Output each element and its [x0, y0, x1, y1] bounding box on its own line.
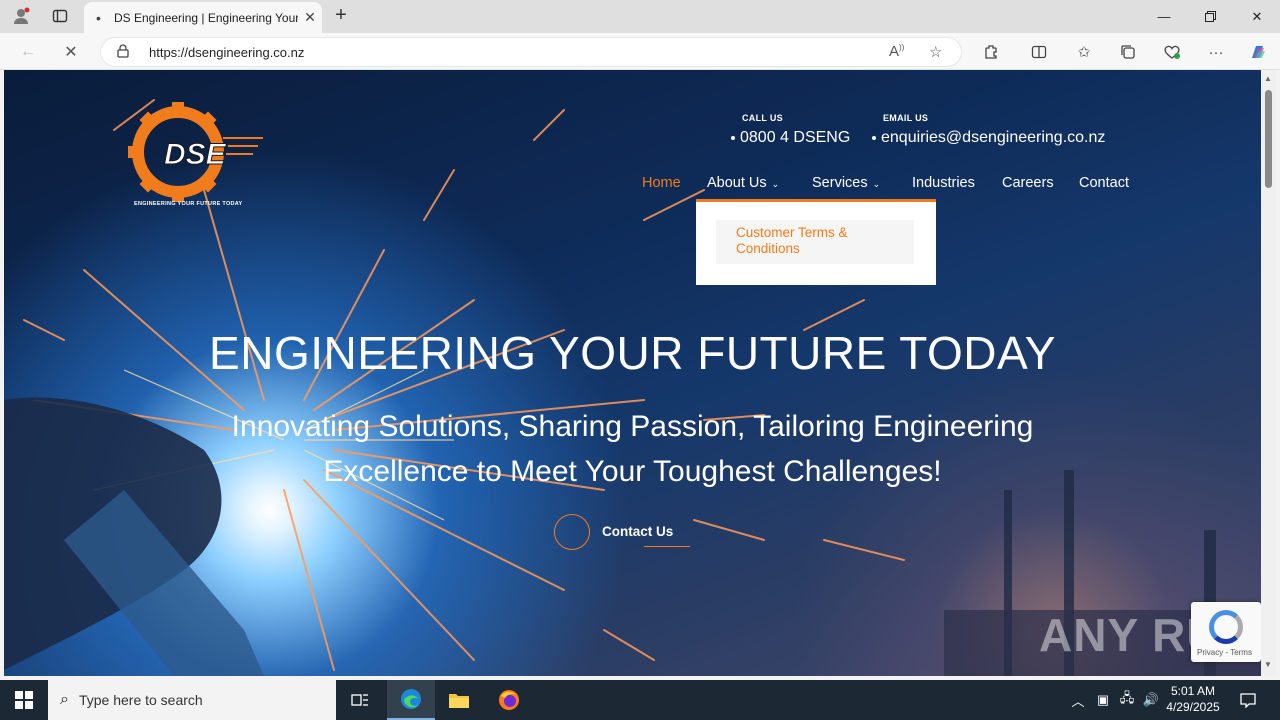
windows-taskbar: ⌕ Type here to search ︿ ▣ 🖧 🔊 5:01 AM 4/… — [0, 680, 1280, 720]
recaptcha-badge[interactable]: Privacy - Terms — [1191, 602, 1261, 662]
browser-tab-bar: • DS Engineering | Engineering Your Futu… — [0, 0, 1280, 33]
email-address[interactable]: enquiries@dsengineering.co.nz — [872, 129, 1105, 147]
recaptcha-icon — [1209, 610, 1243, 644]
menu-home[interactable]: Home — [642, 175, 681, 191]
stop-loading-icon[interactable]: ✕ — [58, 39, 84, 65]
favorite-star-icon[interactable]: ☆ — [929, 43, 942, 61]
scroll-down-arrow-icon[interactable]: ▼ — [1264, 660, 1272, 669]
loading-favicon-icon: • — [96, 9, 101, 26]
meet-now-icon[interactable]: ▣ — [1092, 680, 1114, 720]
email-us-label: EMAIL US — [883, 113, 929, 123]
logo-text: DSE — [164, 138, 227, 171]
read-aloud-icon[interactable]: A)) — [889, 43, 904, 60]
favorites-icon[interactable]: ✩ — [1071, 39, 1097, 65]
url-text[interactable]: https://dsengineering.co.nz — [149, 45, 304, 60]
hero-subtitle: Innovating Solutions, Sharing Passion, T… — [231, 410, 1034, 488]
about-us-dropdown: Customer Terms & Conditions — [696, 199, 936, 285]
volume-icon[interactable]: 🔊 — [1140, 680, 1162, 720]
page-scrollbar[interactable]: ▲ ▼ — [1261, 70, 1276, 676]
chevron-down-icon: ⌄ — [771, 179, 780, 189]
url-field[interactable]: https://dsengineering.co.nz A)) ☆ — [100, 37, 962, 67]
cta-ring-icon — [554, 514, 590, 550]
scrollbar-thumb[interactable] — [1265, 90, 1272, 188]
system-clock[interactable]: 5:01 AM 4/29/2025 — [1160, 683, 1226, 715]
menu-industries[interactable]: Industries — [912, 175, 975, 191]
tab-title: DS Engineering | Engineering Your Future… — [114, 10, 298, 25]
scroll-up-arrow-icon[interactable]: ▲ — [1264, 74, 1272, 83]
lock-icon[interactable] — [117, 44, 129, 61]
hero-title: ENGINEERING YOUR FUTURE TODAY — [209, 327, 1056, 379]
cta-underline — [644, 546, 690, 547]
browser-tab-active[interactable]: • DS Engineering | Engineering Your Futu… — [84, 2, 322, 33]
tray-chevron-up-icon[interactable]: ︿ — [1068, 680, 1088, 720]
plus-icon[interactable]: + — [330, 4, 352, 28]
chevron-down-icon: ⌄ — [872, 179, 881, 189]
dse-logo[interactable]: DSE — [128, 102, 268, 212]
browser-essentials-icon[interactable] — [1159, 39, 1185, 65]
recaptcha-links[interactable]: Privacy - Terms — [1197, 648, 1252, 657]
more-menu-icon[interactable]: ··· — [1203, 39, 1229, 65]
split-screen-icon[interactable] — [1026, 39, 1052, 65]
restore-icon[interactable] — [1187, 0, 1233, 33]
address-bar-row: ← ✕ https://dsengineering.co.nz A)) ☆ ✩ … — [0, 33, 1280, 70]
search-icon: ⌕ — [60, 691, 69, 708]
firefox-icon[interactable] — [485, 680, 533, 720]
logo-tagline: ENGINEERING YOUR FUTURE TODAY — [134, 201, 243, 207]
tab-actions-icon[interactable] — [47, 4, 73, 28]
close-window-icon[interactable]: ✕ — [1234, 0, 1280, 33]
call-us-label: CALL US — [742, 113, 783, 123]
phone-number[interactable]: 0800 4 DSENG — [731, 129, 850, 147]
taskbar-search-placeholder[interactable]: Type here to search — [79, 692, 203, 708]
menu-careers[interactable]: Careers — [1002, 175, 1054, 191]
cta-label[interactable]: Contact Us — [602, 524, 673, 539]
profile-icon[interactable] — [8, 4, 34, 28]
windows-start-icon[interactable] — [0, 680, 48, 720]
website-hero: DSE ENGINEERING YOUR FUTURE TODAY CALL U… — [4, 70, 1261, 676]
close-icon[interactable]: ✕ — [298, 9, 322, 26]
notifications-icon[interactable] — [1234, 680, 1262, 720]
file-explorer-icon[interactable] — [435, 680, 483, 720]
menu-about-us[interactable]: About Us ⌄ — [707, 175, 779, 191]
network-icon[interactable]: 🖧 — [1116, 680, 1138, 720]
copilot-icon[interactable] — [1245, 39, 1271, 65]
collections-icon[interactable] — [1115, 39, 1141, 65]
task-view-icon[interactable] — [336, 680, 384, 720]
minimize-icon[interactable]: — — [1141, 0, 1187, 33]
edge-taskbar-icon[interactable] — [387, 680, 435, 720]
menu-services[interactable]: Services ⌄ — [812, 175, 880, 191]
extensions-icon[interactable] — [978, 39, 1004, 65]
taskbar-search[interactable]: ⌕ Type here to search — [48, 680, 336, 720]
menu-contact[interactable]: Contact — [1079, 175, 1129, 191]
clock-time: 5:01 AM — [1170, 684, 1216, 698]
clock-date: 4/29/2025 — [1166, 700, 1220, 714]
back-arrow-icon[interactable]: ← — [15, 39, 41, 65]
dropdown-item-customer-terms[interactable]: Customer Terms & Conditions — [716, 220, 914, 264]
